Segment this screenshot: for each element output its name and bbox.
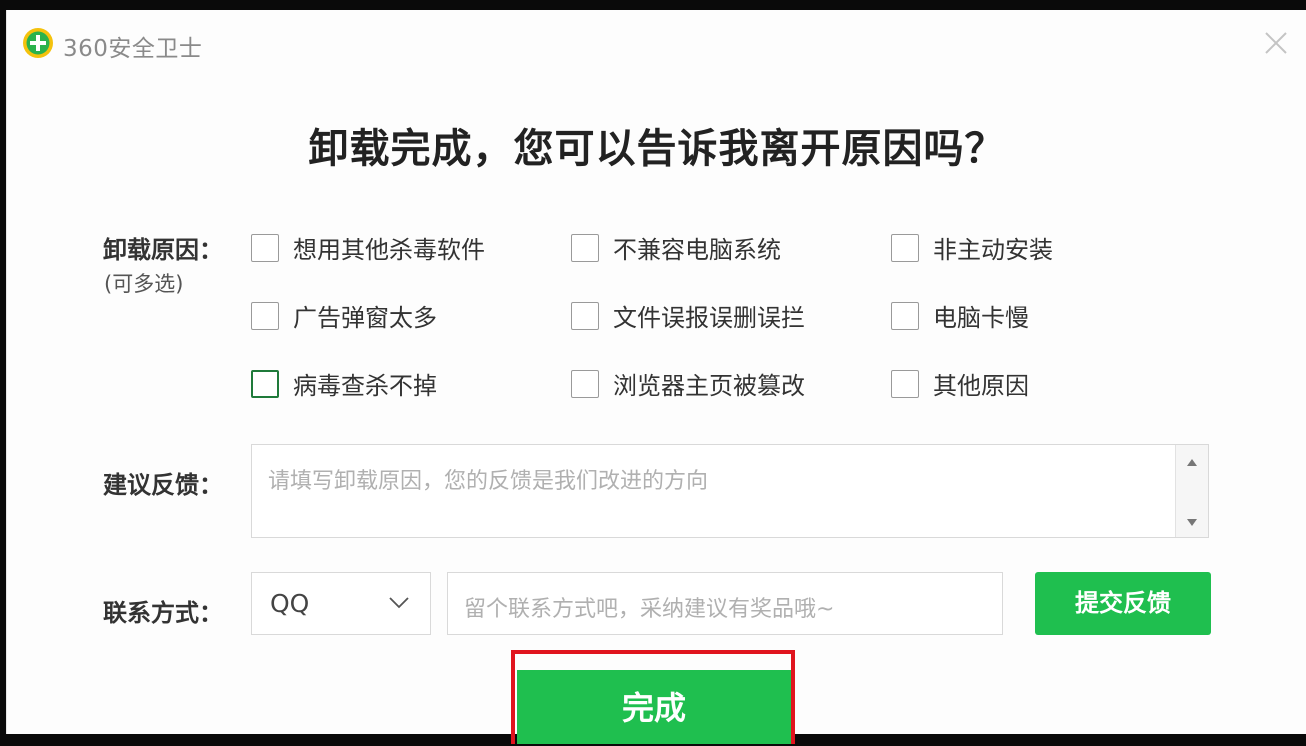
feedback-placeholder: 请填写卸载原因，您的反馈是我们改进的方向	[268, 469, 709, 494]
reason-option-homepage-hijacked[interactable]: 浏览器主页被篡改	[571, 366, 805, 401]
checkbox[interactable]	[251, 369, 279, 398]
app-title: 360安全卫士	[63, 36, 203, 62]
chevron-down-icon	[389, 597, 409, 609]
feedback-label: 建议反馈：	[103, 471, 223, 499]
title-bar: 360安全卫士	[7, 10, 1306, 70]
scroll-down-icon[interactable]	[1176, 511, 1208, 533]
reasons-sublabel: (可多选)	[104, 272, 184, 296]
reasons-label: 卸载原因：	[103, 236, 223, 264]
close-icon[interactable]	[1263, 30, 1289, 56]
checkbox[interactable]	[891, 301, 919, 330]
reason-option-incompatible-system[interactable]: 不兼容电脑系统	[571, 230, 781, 265]
checkbox[interactable]	[571, 369, 599, 398]
reason-option-other[interactable]: 其他原因	[891, 366, 1029, 401]
contact-method-select[interactable]: QQ	[251, 572, 431, 635]
checkbox[interactable]	[251, 233, 279, 262]
checkbox[interactable]	[251, 301, 279, 330]
checkbox[interactable]	[571, 233, 599, 262]
contact-placeholder: 留个联系方式吧，采纳建议有奖品哦~	[464, 597, 835, 622]
reason-option-label: 非主动安装	[933, 236, 1053, 264]
reason-option-too-many-popups[interactable]: 广告弹窗太多	[251, 298, 437, 333]
reason-option-label: 想用其他杀毒软件	[293, 236, 485, 264]
checkbox[interactable]	[891, 369, 919, 398]
reason-option-not-intentional-install[interactable]: 非主动安装	[891, 230, 1053, 265]
reason-option-label: 广告弹窗太多	[293, 304, 437, 332]
uninstall-dialog: 360安全卫士 卸载完成，您可以告诉我离开原因吗？ 卸载原因： (可多选) 想用…	[6, 10, 1306, 744]
checkbox[interactable]	[891, 233, 919, 262]
page-title: 卸载完成，您可以告诉我离开原因吗？	[308, 126, 1006, 172]
360-logo-icon	[23, 28, 53, 58]
contact-input[interactable]: 留个联系方式吧，采纳建议有奖品哦~	[447, 572, 1003, 635]
reason-option-label: 病毒查杀不掉	[293, 372, 437, 400]
feedback-textarea[interactable]: 请填写卸载原因，您的反馈是我们改进的方向	[251, 444, 1209, 538]
done-button[interactable]: 完成	[517, 670, 791, 744]
scroll-up-icon[interactable]	[1176, 451, 1208, 473]
reason-option-computer-slow[interactable]: 电脑卡慢	[891, 298, 1029, 333]
reason-option-virus-not-removed[interactable]: 病毒查杀不掉	[251, 366, 437, 401]
reason-option-other-antivirus[interactable]: 想用其他杀毒软件	[251, 230, 485, 265]
contact-label: 联系方式：	[103, 599, 223, 627]
contact-method-value: QQ	[270, 589, 310, 618]
reason-option-label: 其他原因	[933, 372, 1029, 400]
reason-option-false-positives[interactable]: 文件误报误删误拦	[571, 298, 805, 333]
reason-option-label: 电脑卡慢	[933, 304, 1029, 332]
reason-option-label: 文件误报误删误拦	[613, 304, 805, 332]
feedback-scrollbar[interactable]	[1175, 445, 1208, 537]
reason-option-label: 不兼容电脑系统	[613, 236, 781, 264]
checkbox[interactable]	[571, 301, 599, 330]
submit-feedback-button[interactable]: 提交反馈	[1035, 572, 1211, 635]
reason-option-label: 浏览器主页被篡改	[613, 372, 805, 400]
